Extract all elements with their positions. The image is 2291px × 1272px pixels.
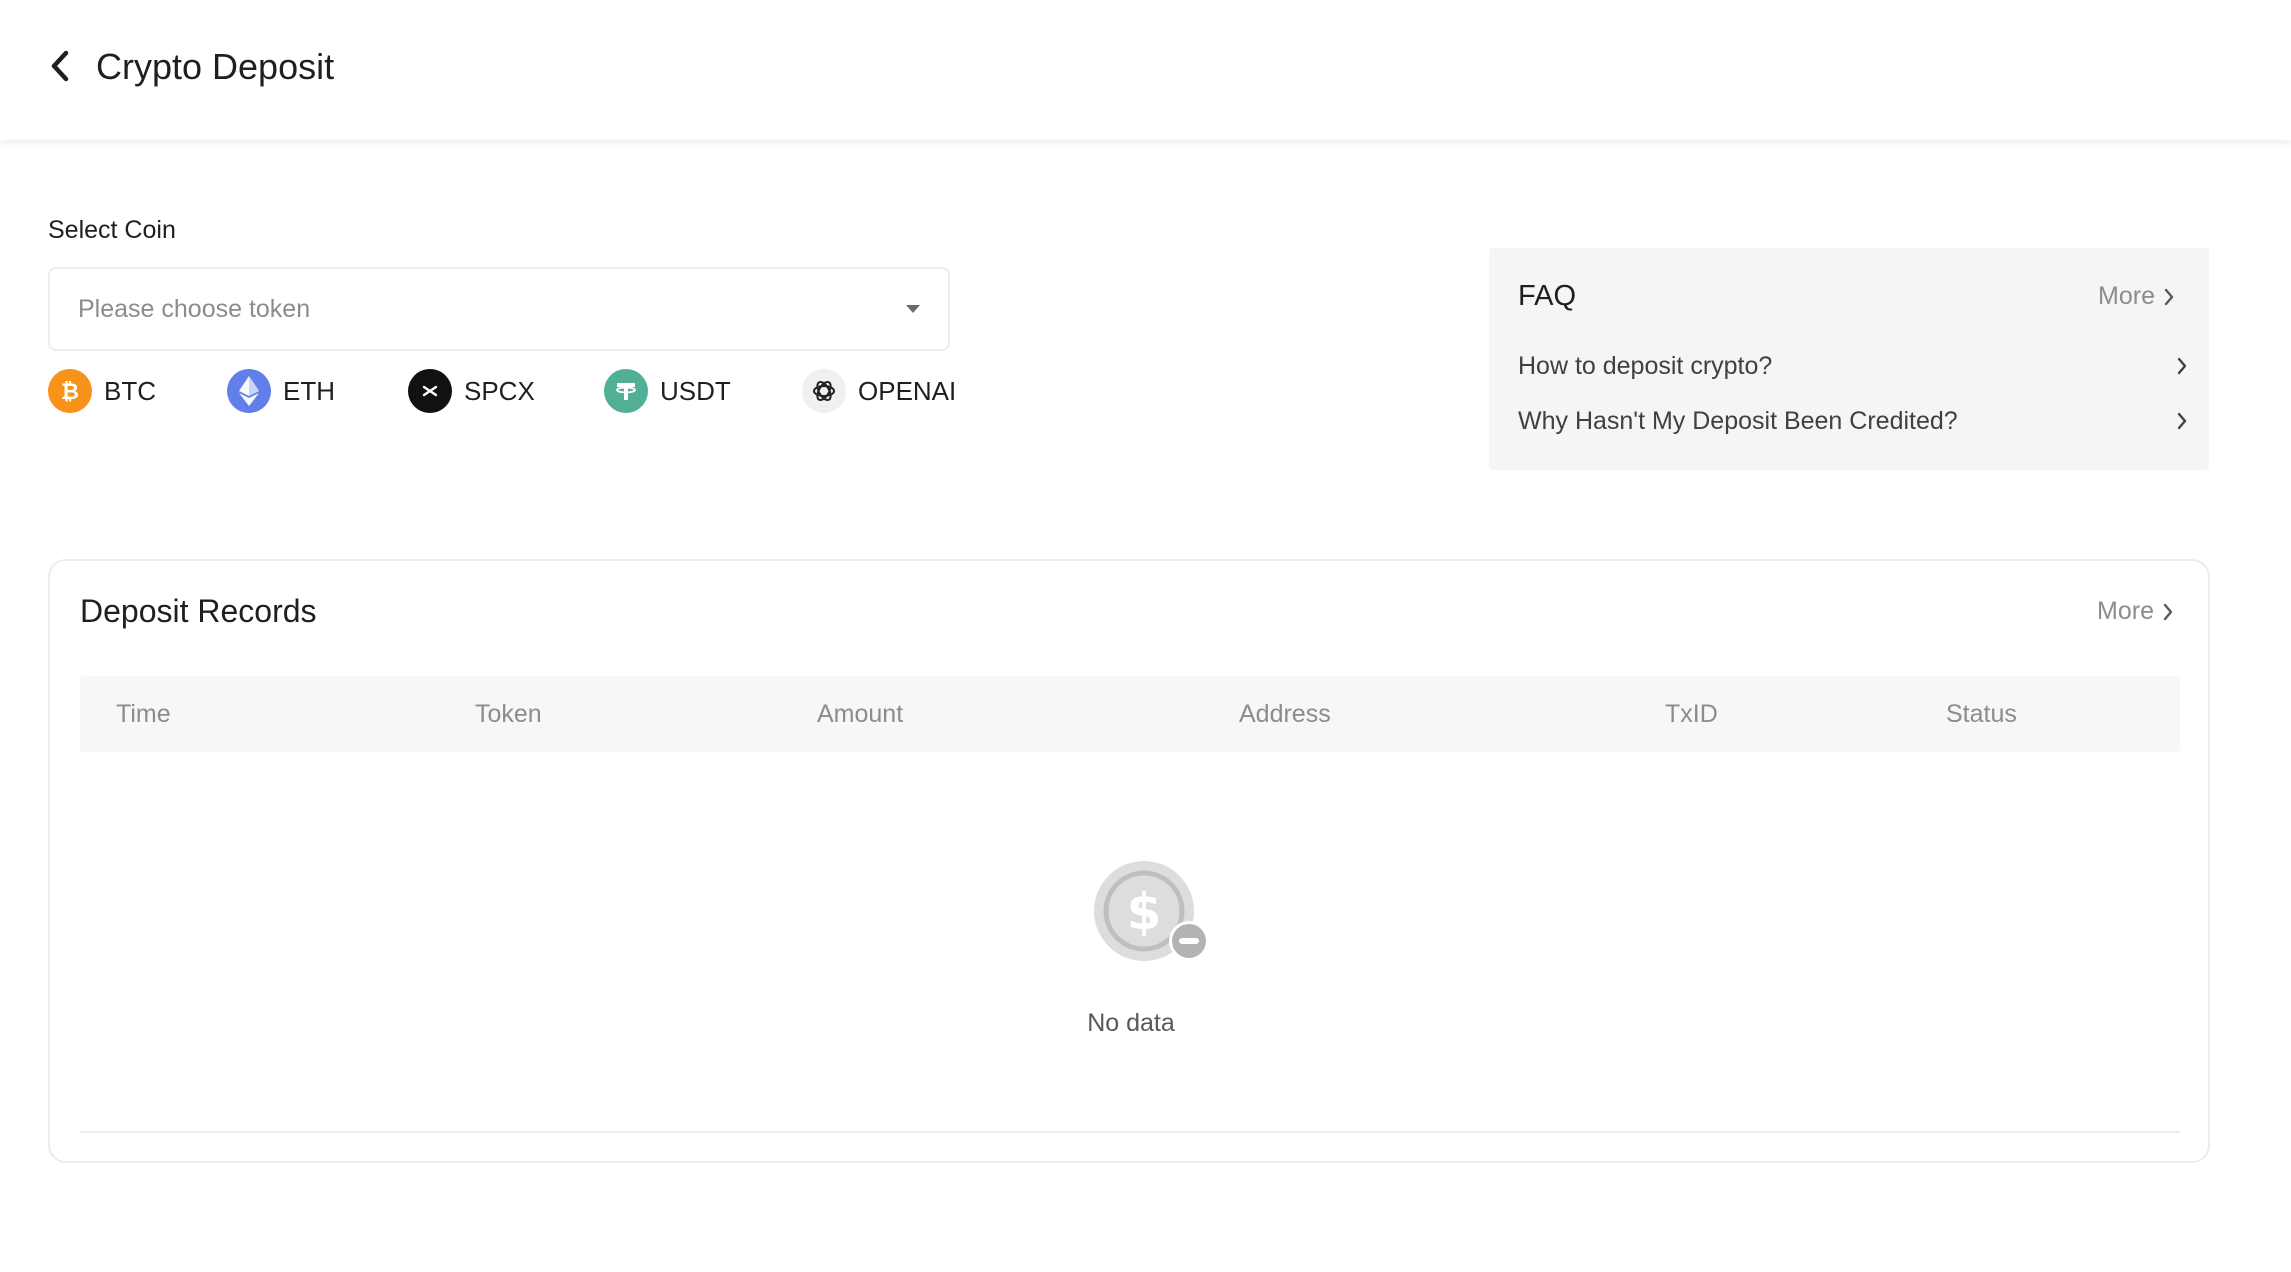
column-header-txid: TxID: [1665, 700, 1718, 728]
faq-item[interactable]: Why Hasn't My Deposit Been Credited?: [1518, 401, 2188, 441]
bitcoin-icon: ₿: [48, 369, 92, 413]
column-header-amount: Amount: [817, 700, 904, 728]
coin-symbol: OPENAI: [858, 375, 957, 406]
select-coin-label: Select Coin: [48, 216, 176, 244]
svg-text:$: $: [1127, 883, 1162, 941]
records-more-link[interactable]: More: [2097, 597, 2174, 626]
table-header: Time Token Amount Address TxID Status: [80, 676, 2180, 752]
empty-state-text: No data: [1087, 1009, 1175, 1037]
column-header-time: Time: [116, 700, 171, 728]
coin-openai[interactable]: OPENAI: [802, 368, 956, 414]
top-bar: Crypto Deposit: [0, 0, 2291, 140]
column-header-token: Token: [475, 700, 542, 728]
caret-down-icon: [906, 305, 920, 313]
coin-symbol: USDT: [660, 375, 731, 406]
back-button[interactable]: [42, 46, 78, 86]
coin-symbol: SPCX: [464, 375, 535, 406]
column-header-address: Address: [1239, 700, 1331, 728]
faq-panel: FAQ More How to deposit crypto? Why Hasn…: [1489, 248, 2209, 470]
page-title: Crypto Deposit: [96, 46, 335, 87]
chevron-right-icon: [2164, 288, 2174, 305]
coin-spcx[interactable]: SPCX: [408, 368, 535, 414]
quick-coin-list: ₿ BTC ETH SPCX USDT OPENAI: [48, 368, 958, 414]
coin-eth[interactable]: ETH: [227, 368, 335, 414]
empty-coin-icon: $: [1094, 861, 1214, 971]
faq-title: FAQ: [1518, 280, 1577, 312]
records-more-label: More: [2097, 597, 2154, 625]
faq-question: How to deposit crypto?: [1518, 351, 1773, 380]
svg-text:₿: ₿: [61, 380, 79, 405]
coin-symbol: BTC: [104, 375, 156, 406]
tether-icon: [604, 369, 648, 413]
spcx-icon: [408, 369, 452, 413]
chevron-right-icon: [2177, 357, 2187, 375]
token-select-placeholder: Please choose token: [78, 294, 311, 323]
ethereum-icon: [227, 369, 271, 413]
chevron-left-icon: [51, 50, 69, 82]
coin-usdt[interactable]: USDT: [604, 368, 731, 414]
faq-item[interactable]: How to deposit crypto?: [1518, 346, 2188, 386]
column-header-status: Status: [1946, 700, 2017, 728]
faq-more-link[interactable]: More: [2098, 282, 2175, 311]
faq-more-label: More: [2098, 282, 2155, 310]
token-select[interactable]: Please choose token: [48, 267, 950, 351]
records-title: Deposit Records: [80, 593, 317, 629]
chevron-right-icon: [2177, 412, 2187, 430]
openai-icon: [802, 369, 846, 413]
divider: [80, 1131, 2180, 1133]
faq-question: Why Hasn't My Deposit Been Credited?: [1518, 406, 1958, 435]
coin-symbol: ETH: [283, 375, 335, 406]
deposit-records-card: Deposit Records More Time Token Amount A…: [48, 559, 2210, 1163]
chevron-right-icon: [2163, 603, 2173, 620]
coin-btc[interactable]: ₿ BTC: [48, 368, 156, 414]
